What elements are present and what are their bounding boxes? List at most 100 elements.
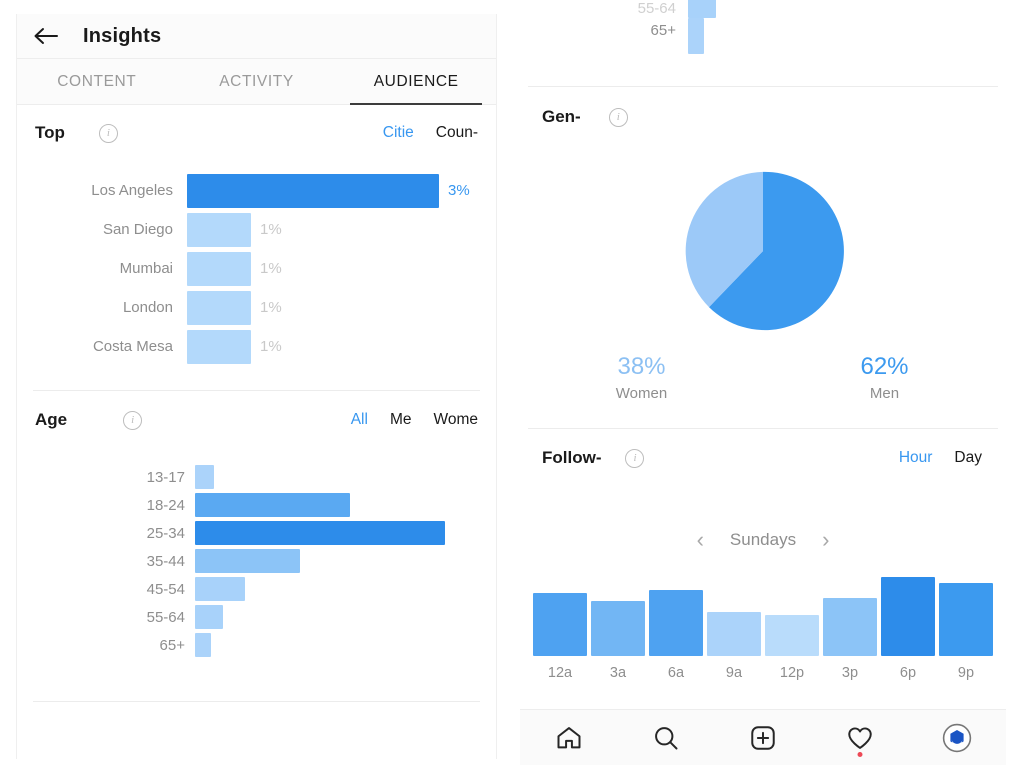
heart-icon[interactable] <box>838 718 882 758</box>
age-bar <box>195 493 350 517</box>
table-row: 25-34 <box>17 519 496 547</box>
back-arrow-icon[interactable] <box>31 23 61 49</box>
bar-track <box>195 577 496 601</box>
toggle-days[interactable]: Day <box>954 449 982 467</box>
hour-bar <box>707 612 761 656</box>
age-bar <box>688 18 704 54</box>
insights-screen: Insights CONTENT ACTIVITY AUDIENCE Top i… <box>0 0 1024 773</box>
bar-track <box>195 633 496 657</box>
city-value: 1% <box>260 260 282 277</box>
bar-track <box>195 605 496 629</box>
age-label: 18-24 <box>146 496 185 514</box>
gender-section-title: Gen- <box>542 107 581 126</box>
info-icon[interactable]: i <box>123 410 143 430</box>
hour-label: 9a <box>725 665 743 681</box>
city-value: 3% <box>448 182 470 199</box>
table-row: 55-64 <box>17 603 496 631</box>
bar-column: 12a <box>533 593 587 681</box>
page-title: Insights <box>83 24 162 47</box>
city-label: Mumbai <box>119 260 173 277</box>
table-row: San Diego 1% <box>17 210 496 249</box>
gender-section-header: Gen- i <box>520 87 1006 147</box>
search-icon[interactable] <box>644 718 688 758</box>
bar-track: 1% <box>187 329 496 364</box>
hour-label: 6p <box>899 665 917 681</box>
info-icon[interactable]: i <box>608 107 628 127</box>
men-label: Men <box>869 385 900 402</box>
chevron-right-icon[interactable]: › <box>822 529 829 551</box>
age-chart-tail: 55-64 65+ <box>520 0 1006 62</box>
home-icon[interactable] <box>547 718 591 758</box>
top-section-title: Top <box>35 123 65 142</box>
info-icon[interactable]: i <box>625 448 645 468</box>
info-icon[interactable]: i <box>98 123 118 143</box>
table-row: 65+ <box>520 18 1006 54</box>
age-label: 65+ <box>159 636 185 654</box>
city-bar <box>187 290 251 325</box>
city-bar <box>187 173 439 208</box>
city-label: Los Angeles <box>91 182 173 199</box>
top-section-toggles: Citie Coun- <box>383 124 478 142</box>
age-bar <box>195 465 214 489</box>
women-label: Women <box>615 385 668 402</box>
followers-section-header: Follow- i Hour Day <box>520 429 1006 487</box>
profile-avatar-icon[interactable] <box>935 718 979 758</box>
chevron-left-icon[interactable]: ‹ <box>697 529 704 551</box>
hour-bar <box>881 577 935 656</box>
toggle-cities[interactable]: Citie <box>383 124 414 142</box>
age-bar <box>195 633 211 657</box>
toggle-men[interactable]: Me <box>390 411 412 429</box>
age-section-title: Age <box>35 410 68 429</box>
hour-label: 9p <box>957 665 975 681</box>
age-label: 25-34 <box>146 524 185 542</box>
bar-track: 1% <box>187 290 496 325</box>
add-post-icon[interactable] <box>741 718 785 758</box>
age-bar <box>195 549 300 573</box>
bar-track: 1% <box>187 212 496 247</box>
table-row: Mumbai 1% <box>17 249 496 288</box>
bottom-navigation-bar <box>520 709 1006 765</box>
tab-content[interactable]: CONTENT <box>17 59 177 104</box>
age-label: 55-64 <box>637 0 676 17</box>
gender-legend: 38% Women 62% Men <box>520 343 1006 428</box>
bar-column: 6a <box>649 590 703 681</box>
app-header: Insights <box>17 14 496 59</box>
toggle-all[interactable]: All <box>351 411 368 429</box>
hour-bar <box>649 590 703 656</box>
hour-bar <box>533 593 587 656</box>
table-row: 13-17 <box>17 463 496 491</box>
notification-badge <box>857 751 863 757</box>
men-percent: 62% <box>860 353 909 380</box>
tab-activity[interactable]: ACTIVITY <box>177 59 337 104</box>
bar-track <box>195 493 496 517</box>
insights-tabs: CONTENT ACTIVITY AUDIENCE <box>17 59 496 105</box>
hour-label: 3p <box>841 665 859 681</box>
hour-bar <box>823 598 877 656</box>
toggle-women[interactable]: Wome <box>433 411 478 429</box>
hour-label: 12a <box>547 665 573 681</box>
table-row: London 1% <box>17 288 496 327</box>
section-divider <box>33 701 480 702</box>
top-section-header: Top i Citie Coun- <box>17 105 496 161</box>
bar-column: 9a <box>707 612 761 681</box>
city-bar <box>187 329 251 364</box>
city-bar <box>187 251 251 286</box>
followers-section-title: Follow- <box>542 448 602 467</box>
age-bar <box>195 577 245 601</box>
age-label: 65+ <box>650 22 676 39</box>
toggle-hours[interactable]: Hour <box>899 449 933 467</box>
city-label: Costa Mesa <box>92 338 173 355</box>
age-section-toggles: All Me Wome <box>351 411 478 429</box>
legend-item-men: 62% Men <box>763 353 1006 402</box>
bar-track: 3% <box>187 173 496 208</box>
left-panel: Insights CONTENT ACTIVITY AUDIENCE Top i… <box>16 14 497 759</box>
table-row: 35-44 <box>17 547 496 575</box>
hour-label: 3a <box>609 665 627 681</box>
day-navigator: ‹ Sundays › <box>520 487 1006 571</box>
city-value: 1% <box>260 299 282 316</box>
table-row: 55-64 <box>520 0 1006 18</box>
bar-column: 12p <box>765 615 819 681</box>
gender-pie-chart <box>520 147 1006 343</box>
tab-audience[interactable]: AUDIENCE <box>336 59 496 105</box>
toggle-countries[interactable]: Coun- <box>436 124 478 142</box>
